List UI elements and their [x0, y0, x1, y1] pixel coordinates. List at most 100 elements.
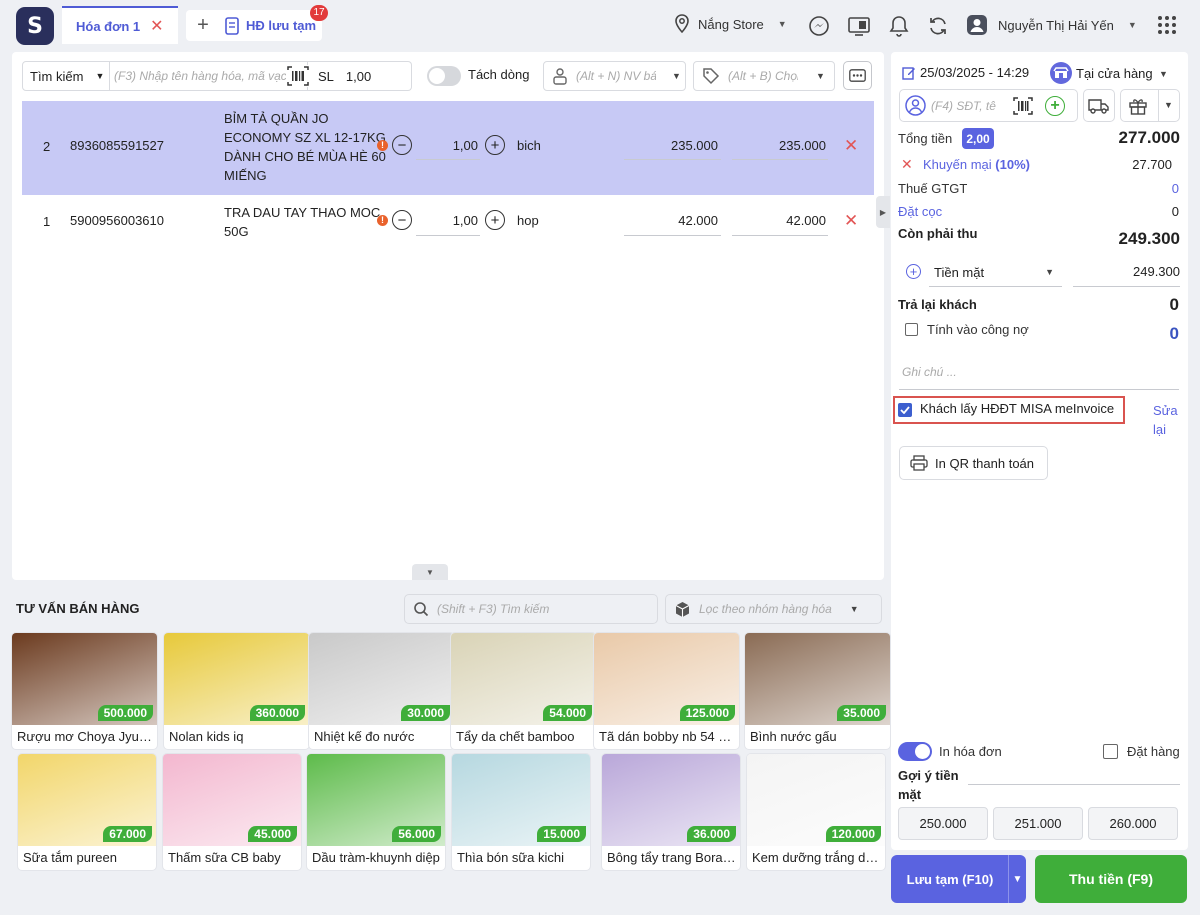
add-tab-button[interactable]: +	[186, 10, 220, 41]
product-name-line: TRA DAU TAY THAO MOC	[224, 205, 381, 220]
increase-qty-button[interactable]: +	[485, 210, 505, 230]
decrease-qty-button[interactable]: −	[392, 210, 412, 230]
save-draft-menu-button[interactable]: ▼	[1008, 855, 1026, 903]
product-card[interactable]: 54.000 Tẩy da chết bamboo	[451, 633, 596, 749]
product-price-badge: 30.000	[401, 705, 450, 721]
row-total: 42.000	[786, 213, 826, 228]
print-qr-button[interactable]: In QR thanh toán	[899, 446, 1048, 480]
vat-value[interactable]: 0	[1060, 181, 1179, 196]
sale-place[interactable]: Tại cửa hàng	[1076, 66, 1153, 81]
row-price[interactable]: 42.000	[626, 213, 718, 228]
row-product-name: TRA DAU TAY THAO MOC 50G	[224, 203, 380, 241]
price-underline	[624, 159, 721, 160]
monitor-icon[interactable]	[847, 15, 871, 37]
product-card[interactable]: 500.000 Rượu mơ Choya Jyukusei	[12, 633, 157, 749]
price-list-placeholder: (Alt + B) Chọn bảng giá	[728, 69, 798, 83]
product-card[interactable]: 360.000 Nolan kids iq	[164, 633, 309, 749]
product-price-badge: 67.000	[103, 826, 152, 842]
edit-date-icon[interactable]	[902, 66, 916, 80]
einvoice-checkbox[interactable]	[898, 403, 912, 417]
product-card[interactable]: 15.000 Thìa bón sữa kichi	[452, 754, 590, 870]
split-line-toggle[interactable]	[427, 66, 461, 86]
product-name-line: DÀNH CHO BÉ MÙA HÈ 60	[224, 149, 386, 164]
sync-icon[interactable]	[927, 15, 949, 37]
note-placeholder: Ghi chú ...	[902, 365, 957, 379]
add-payment-method-icon[interactable]: +	[906, 264, 921, 279]
messenger-icon[interactable]	[808, 15, 830, 37]
product-search-input[interactable]: (F3) Nhập tên hàng hóa, mã vạch, mã SKU	[110, 61, 308, 91]
more-options-button[interactable]	[843, 61, 872, 90]
warning-icon[interactable]: !	[377, 215, 388, 226]
tab-invoice-1[interactable]: Hóa đơn 1 ✕	[62, 6, 178, 44]
add-customer-button[interactable]: +	[1045, 96, 1065, 116]
row-price[interactable]: 235.000	[626, 138, 718, 153]
invoice-datetime[interactable]: 25/03/2025 - 14:29	[920, 65, 1029, 80]
debt-checkbox[interactable]	[905, 323, 918, 336]
qty-underline	[416, 235, 480, 236]
delivery-button[interactable]	[1083, 89, 1115, 122]
cash-option-button[interactable]: 250.000	[898, 807, 988, 840]
collapse-right-panel-handle[interactable]: ▶	[876, 196, 890, 228]
staff-select[interactable]: (Alt + N) NV bán hàng ▼	[543, 61, 686, 91]
cash-option-button[interactable]: 260.000	[1088, 807, 1178, 840]
row-quantity[interactable]: 1,00	[418, 213, 478, 228]
barcode-scan-icon[interactable]	[286, 65, 310, 87]
app-logo[interactable]: S	[16, 7, 54, 45]
deposit-link[interactable]: Đặt cọc	[898, 204, 942, 219]
tag-icon	[702, 67, 720, 85]
customer-search-placeholder: (F4) SĐT, tên khách hàng	[931, 99, 996, 113]
bell-icon[interactable]	[888, 14, 910, 38]
product-card[interactable]: 125.000 Tã dán bobby nb 54 miếng	[594, 633, 739, 749]
edit-einvoice-link[interactable]: Sửa lại	[1153, 401, 1178, 439]
collapse-suggestions-handle[interactable]: ▼	[412, 564, 448, 580]
close-tab-icon[interactable]: ✕	[150, 16, 163, 36]
payment-method-select[interactable]: Tiền mặt ▼	[929, 258, 1062, 287]
tab-draft-invoices[interactable]: HĐ lưu tạm	[218, 10, 322, 41]
note-input[interactable]: Ghi chú ...	[899, 356, 1179, 390]
search-mode-select[interactable]: Tìm kiếm ▼	[22, 61, 110, 91]
row-quantity[interactable]: 1,00	[418, 138, 478, 153]
remove-discount-icon[interactable]: ✕	[901, 156, 913, 173]
cash-option-button[interactable]: 251.000	[993, 807, 1083, 840]
suggestions-title: TƯ VẤN BÁN HÀNG	[16, 601, 140, 616]
change-label: Trả lại khách	[898, 297, 977, 312]
product-card[interactable]: 30.000 Nhiệt kế đo nước	[309, 633, 454, 749]
store-selector[interactable]: Nắng Store ▼	[674, 14, 787, 34]
delete-row-icon[interactable]: ✕	[844, 211, 858, 231]
save-draft-button[interactable]: Lưu tạm (F10)	[891, 855, 1009, 903]
tab-draft-label: HĐ lưu tạm	[246, 18, 317, 33]
product-name: Thấm sữa CB baby	[168, 850, 281, 865]
user-menu[interactable]: Nguyễn Thị Hải Yến ▼	[966, 14, 1137, 36]
row-product-code: 8936085591527	[70, 138, 164, 153]
row-total: 235.000	[779, 138, 826, 153]
product-price-badge: 54.000	[543, 705, 592, 721]
quantity-input[interactable]: SL 1,00	[308, 61, 412, 91]
product-card[interactable]: 35.000 Bình nước gấu	[745, 633, 890, 749]
discount-link[interactable]: Khuyến mại (10%)	[923, 157, 1030, 172]
product-card[interactable]: 56.000 Dầu tràm-khuynh diệp	[307, 754, 445, 870]
increase-qty-button[interactable]: +	[485, 135, 505, 155]
delete-row-icon[interactable]: ✕	[844, 136, 858, 156]
product-card[interactable]: 120.000 Kem dưỡng trắng da Acnes	[747, 754, 885, 870]
apps-grid-icon[interactable]	[1157, 15, 1177, 35]
product-card[interactable]: 45.000 Thấm sữa CB baby	[163, 754, 301, 870]
chevron-down-icon[interactable]: ▼	[1159, 69, 1168, 79]
print-invoice-toggle[interactable]	[898, 742, 932, 761]
product-group-filter[interactable]: Lọc theo nhóm hàng hóa ▼	[665, 594, 882, 624]
collect-payment-button[interactable]: Thu tiền (F9)	[1035, 855, 1187, 903]
payment-amount-input[interactable]: 249.300	[1073, 258, 1180, 287]
total-underline	[732, 235, 828, 236]
scan-customer-icon[interactable]	[1012, 96, 1034, 116]
order-checkbox[interactable]	[1103, 744, 1118, 759]
suggestion-search-input[interactable]: (Shift + F3) Tìm kiếm	[404, 594, 658, 624]
search-mode-label: Tìm kiếm	[30, 68, 84, 84]
product-card[interactable]: 36.000 Bông tẩy trang Borabora	[602, 754, 740, 870]
product-name: Sữa tắm pureen	[23, 850, 117, 865]
decrease-qty-button[interactable]: −	[392, 135, 412, 155]
print-invoice-label: In hóa đơn	[939, 744, 1002, 759]
product-name: Bông tẩy trang Borabora	[607, 850, 736, 865]
price-list-select[interactable]: (Alt + B) Chọn bảng giá ▼	[693, 61, 835, 91]
product-card[interactable]: 67.000 Sữa tắm pureen	[18, 754, 156, 870]
warning-icon[interactable]: !	[377, 140, 388, 151]
tab-invoice-1-label: Hóa đơn 1	[76, 18, 141, 34]
